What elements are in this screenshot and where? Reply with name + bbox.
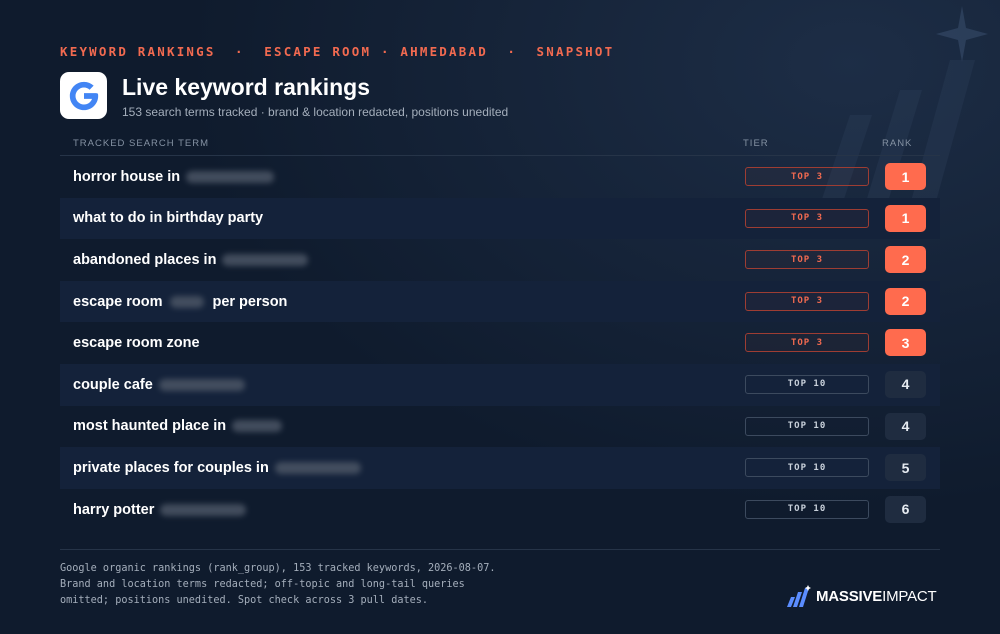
tier-badge: TOP 3 bbox=[745, 208, 869, 228]
search-term-text: abandoned places in bbox=[73, 251, 217, 268]
search-term: escape room zone bbox=[73, 322, 200, 364]
table-row: harry potter TOP 10 6 bbox=[60, 489, 940, 531]
redacted-brand bbox=[170, 295, 205, 308]
footnote-line: Brand and location terms redacted; off-t… bbox=[60, 579, 465, 590]
brand-logo: MASSIVE IMPACT bbox=[786, 585, 937, 607]
search-term: abandoned places in bbox=[73, 239, 311, 281]
search-term: couple cafe bbox=[73, 364, 248, 406]
search-term-text: private places for couples in bbox=[73, 459, 269, 476]
rank-badge: 5 bbox=[885, 454, 926, 482]
table-header: TRACKED SEARCH TERM TIER RANK bbox=[60, 130, 940, 156]
tier-badge: TOP 3 bbox=[745, 333, 869, 353]
rank-badge: 2 bbox=[885, 287, 926, 315]
rank-badge: 1 bbox=[885, 204, 926, 232]
column-header-tier: TIER bbox=[743, 138, 769, 149]
table-row: most haunted place in TOP 10 4 bbox=[60, 406, 940, 448]
massive-impact-logo-icon bbox=[787, 585, 811, 607]
search-term-text: most haunted place in bbox=[73, 418, 227, 435]
search-term-suffix: per person bbox=[212, 293, 288, 310]
rank-badge: 2 bbox=[885, 246, 926, 274]
header-text: Live keyword rankings 153 search terms t… bbox=[122, 73, 508, 119]
redacted-location bbox=[222, 253, 309, 266]
tier-badge: TOP 10 bbox=[745, 499, 869, 519]
page-title: Live keyword rankings bbox=[122, 73, 370, 100]
footnote-line: omitted; positions unedited. Spot check … bbox=[60, 595, 429, 606]
rank-badge: 4 bbox=[885, 370, 926, 398]
redacted-location bbox=[232, 420, 283, 433]
footnote-line: Google organic rankings (rank_group), 15… bbox=[60, 563, 496, 574]
table-row: what to do in birthday party TOP 3 1 bbox=[60, 197, 940, 240]
search-term: escape room per person bbox=[73, 281, 287, 323]
table-row: horror house in TOP 3 1 bbox=[60, 156, 940, 198]
search-term-text: what to do in birthday party bbox=[73, 210, 264, 227]
rank-badge: 4 bbox=[885, 412, 926, 440]
rank-badge: 3 bbox=[885, 329, 926, 357]
eyebrow-label: KEYWORD RANKINGS · ESCAPE ROOM · AHMEDAB… bbox=[60, 44, 615, 59]
tier-badge: TOP 3 bbox=[745, 291, 869, 311]
rank-badge: 6 bbox=[885, 495, 926, 523]
search-term-text: escape room bbox=[73, 293, 163, 310]
footnote: Google organic rankings (rank_group), 15… bbox=[60, 561, 560, 609]
page-subtitle: 153 search terms tracked · brand & locat… bbox=[122, 104, 509, 119]
brand-name-light: IMPACT bbox=[882, 587, 937, 605]
rank-badge: 1 bbox=[885, 163, 926, 190]
tier-badge: TOP 10 bbox=[745, 458, 869, 478]
search-term-text: harry potter bbox=[73, 501, 155, 518]
column-header-rank: RANK bbox=[882, 138, 913, 149]
redacted-location bbox=[274, 461, 361, 474]
search-term-text: horror house in bbox=[73, 168, 181, 185]
search-term: horror house in bbox=[73, 156, 277, 198]
tier-badge: TOP 10 bbox=[745, 416, 869, 436]
table-row: private places for couples in TOP 10 5 bbox=[60, 447, 940, 489]
table-row: couple cafe TOP 10 4 bbox=[60, 363, 940, 406]
page-header: Live keyword rankings 153 search terms t… bbox=[60, 72, 508, 119]
search-term: most haunted place in bbox=[73, 406, 285, 448]
table-row: escape room per person TOP 3 2 bbox=[60, 280, 940, 323]
redacted-location bbox=[158, 378, 245, 391]
tier-badge: TOP 3 bbox=[745, 167, 869, 186]
search-term-text: couple cafe bbox=[73, 376, 153, 393]
tier-badge: TOP 3 bbox=[745, 250, 869, 270]
footer-divider bbox=[60, 549, 940, 550]
table-row: escape room zone TOP 3 3 bbox=[60, 322, 940, 364]
search-term: harry potter bbox=[73, 489, 249, 531]
rankings-table: TRACKED SEARCH TERM TIER RANK horror hou… bbox=[60, 130, 940, 530]
search-term: private places for couples in bbox=[73, 447, 364, 489]
column-header-term: TRACKED SEARCH TERM bbox=[73, 138, 210, 149]
table-row: abandoned places in TOP 3 2 bbox=[60, 239, 940, 281]
search-term-text: escape room zone bbox=[73, 335, 200, 352]
brand-name-bold: MASSIVE bbox=[816, 587, 883, 605]
tier-badge: TOP 10 bbox=[745, 374, 869, 394]
google-g-icon bbox=[60, 72, 107, 119]
search-term: what to do in birthday party bbox=[73, 198, 263, 240]
redacted-location bbox=[186, 170, 275, 183]
redacted-location bbox=[160, 503, 247, 516]
